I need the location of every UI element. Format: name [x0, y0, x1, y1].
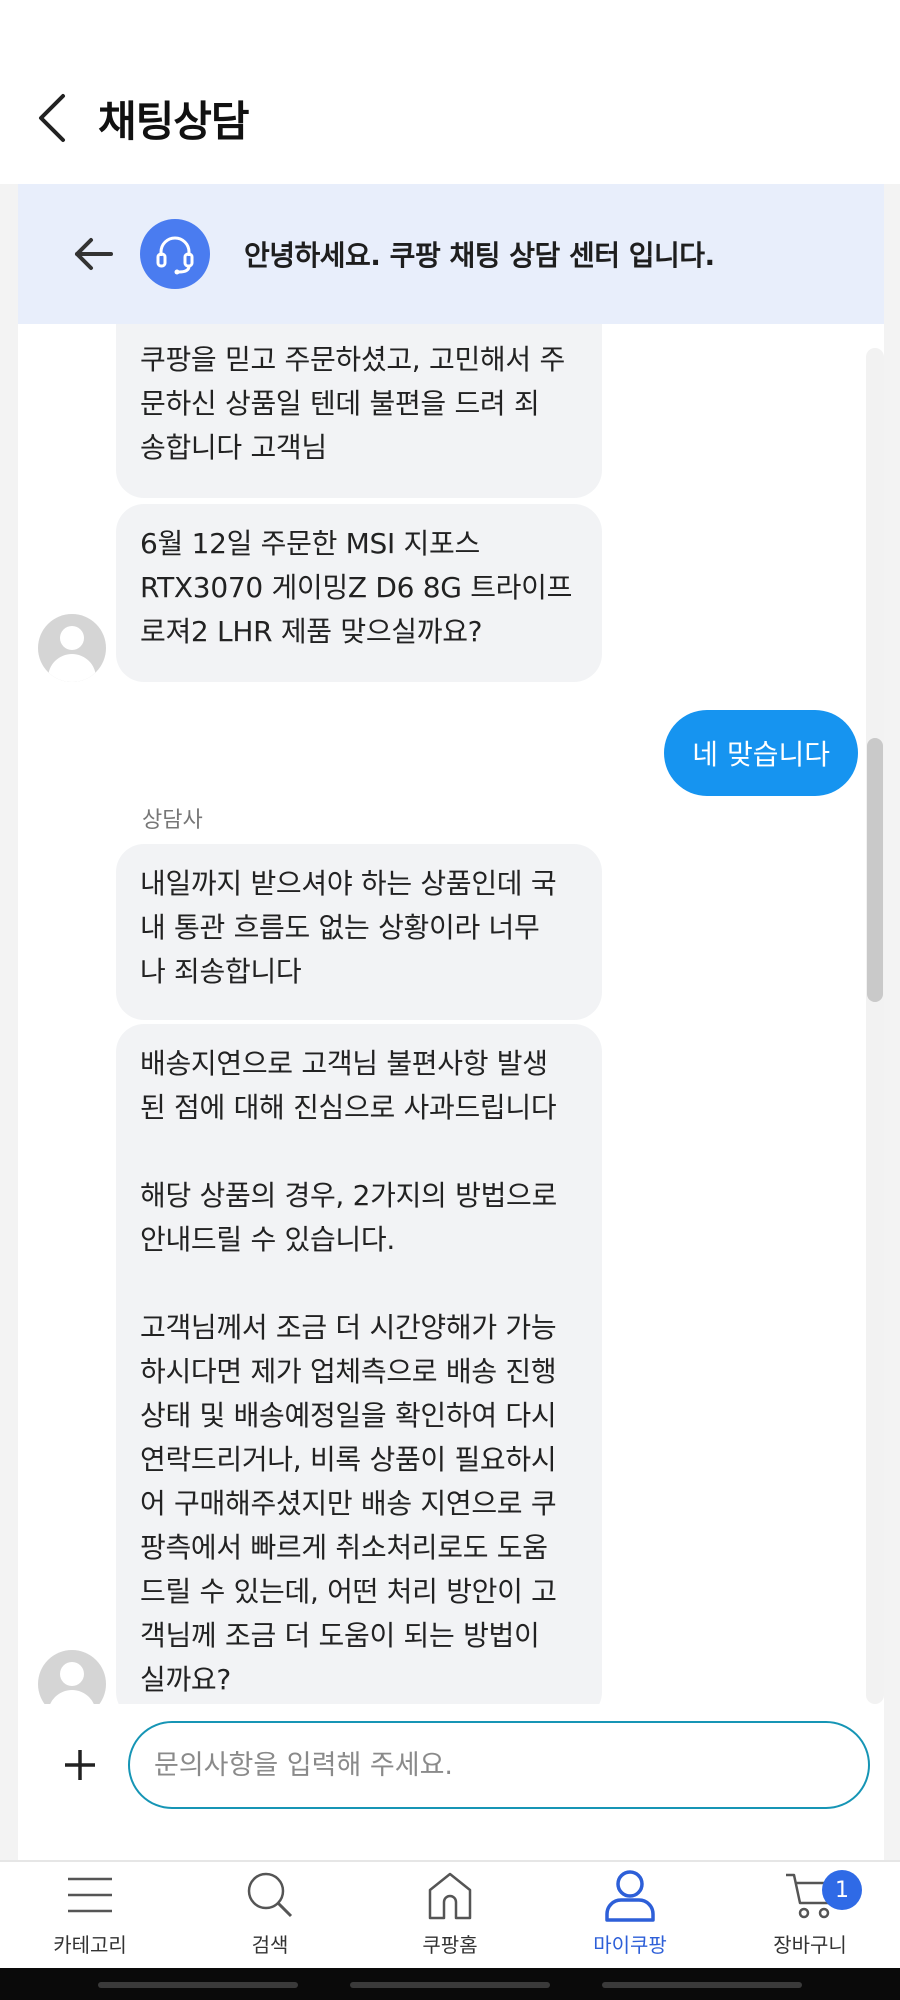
plus-icon [65, 1750, 95, 1780]
tab-label: 검색 [251, 1933, 289, 1957]
tab-label: 장바구니 [773, 1933, 847, 1957]
system-navigation-bar [0, 1968, 900, 2000]
scrollbar-thumb[interactable] [867, 738, 883, 1002]
headset-icon [156, 236, 194, 275]
tab-home[interactable]: 쿠팡홈 [360, 1862, 540, 1968]
agent-message: 내일까지 받으셔야 하는 상품인데 국 내 통관 흐름도 없는 상황이라 너무 … [116, 844, 602, 1020]
tab-cart[interactable]: 1 장바구니 [720, 1862, 900, 1968]
message-composer [18, 1704, 884, 1826]
chevron-left-icon [39, 94, 65, 142]
agent-message: 쿠팡을 믿고 주문하셨고, 고민해서 주 문하신 상품일 텐데 불편을 드려 죄… [116, 324, 602, 498]
banner-back-button[interactable] [68, 229, 118, 279]
home-icon [428, 1872, 472, 1920]
back-button[interactable] [30, 88, 74, 148]
tab-category[interactable]: 카테고리 [0, 1862, 180, 1968]
nav-indicator [602, 1982, 802, 1988]
page-title: 채팅상담 [98, 96, 250, 146]
message-input-box[interactable] [128, 1721, 870, 1809]
tab-label: 카테고리 [53, 1933, 127, 1957]
user-message: 네 맞습니다 [664, 710, 858, 796]
tab-label: 쿠팡홈 [422, 1933, 478, 1957]
app-header: 채팅상담 [0, 68, 900, 168]
tab-label: 마이쿠팡 [593, 1933, 667, 1957]
avatar [38, 1650, 106, 1704]
search-icon [247, 1872, 293, 1918]
sender-label: 상담사 [142, 808, 203, 833]
banner-text: 안녕하세요. 쿠팡 채팅 상담 센터 입니다. [244, 239, 715, 272]
status-bar [0, 0, 900, 68]
avatar [38, 614, 106, 682]
cart-count-badge: 1 [822, 1870, 862, 1910]
tab-mycoupang[interactable]: 마이쿠팡 [540, 1862, 720, 1968]
agent-message: 6월 12일 주문한 MSI 지포스 RTX3070 게이밍Z D6 8G 트라… [116, 504, 602, 682]
welcome-banner: 안녕하세요. 쿠팡 채팅 상담 센터 입니다. [18, 184, 884, 324]
bottom-tab-bar: 카테고리 검색 쿠팡홈 마이쿠팡 1 장바구니 [0, 1860, 900, 1968]
tab-search[interactable]: 검색 [180, 1862, 360, 1968]
scrollbar[interactable] [866, 348, 884, 1704]
arrow-left-icon [75, 238, 113, 270]
message-input[interactable] [154, 1749, 844, 1781]
nav-indicator [350, 1982, 550, 1988]
nav-indicator [98, 1982, 298, 1988]
person-icon [605, 1870, 655, 1922]
chat-panel: 안녕하세요. 쿠팡 채팅 상담 센터 입니다. 쿠팡을 믿고 주문하셨고, 고민… [18, 184, 884, 1860]
agent-message: 배송지연으로 고객님 불편사항 발생 된 점에 대해 진심으로 사과드립니다 해… [116, 1024, 602, 1704]
agent-avatar [140, 219, 210, 289]
menu-icon [68, 1877, 112, 1913]
attach-button[interactable] [48, 1733, 112, 1797]
chat-area: 안녕하세요. 쿠팡 채팅 상담 센터 입니다. 쿠팡을 믿고 주문하셨고, 고민… [0, 184, 900, 1860]
message-list: 쿠팡을 믿고 주문하셨고, 고민해서 주 문하신 상품일 텐데 불편을 드려 죄… [18, 324, 884, 1704]
